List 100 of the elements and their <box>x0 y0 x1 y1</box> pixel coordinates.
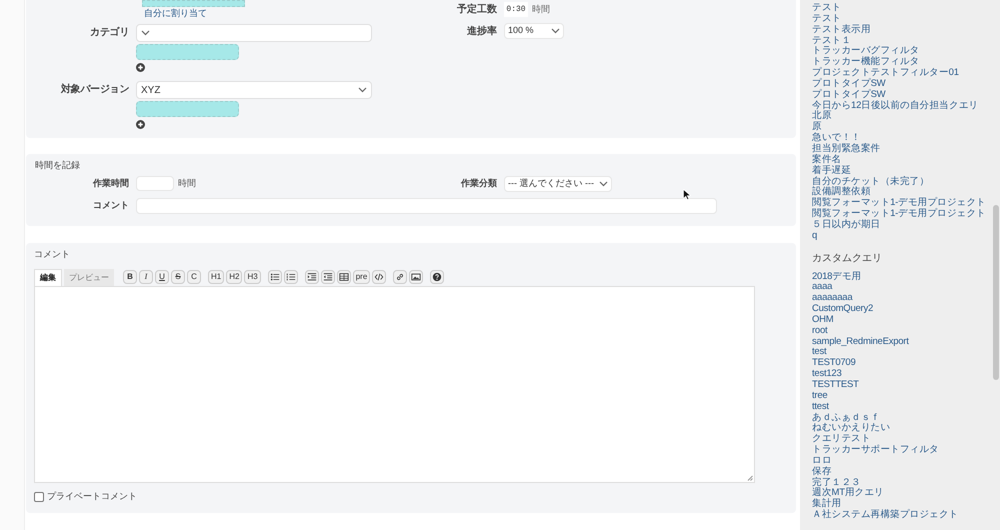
query-link[interactable]: トラッカーサポートフィルタ <box>812 445 993 456</box>
query-link[interactable]: 急いで！！ <box>812 133 993 144</box>
query-link[interactable]: トラッカー機能フィルタ <box>812 57 993 68</box>
format-button[interactable] <box>320 270 335 284</box>
query-link[interactable]: 担当別緊急案件 <box>812 144 993 155</box>
format-button[interactable]: H3 <box>244 270 261 284</box>
section-title: カスタムクエリ <box>812 252 883 266</box>
assign-to-me-link[interactable]: 自分に割り当て <box>144 7 386 19</box>
query-link[interactable]: ロロ <box>812 456 993 467</box>
query-link[interactable]: 設備調整依頼 <box>812 187 993 198</box>
select-field[interactable]: 100 % <box>504 23 564 39</box>
query-link[interactable]: 閲覧フォーマット1-デモ用プロジェクト <box>812 209 993 220</box>
query-link[interactable]: 案件名 <box>812 154 993 166</box>
select-field[interactable]: XYZ <box>136 81 372 99</box>
format-button[interactable] <box>268 270 282 284</box>
chevron-icon <box>551 28 560 34</box>
scrollbar-thumb[interactable] <box>993 205 999 380</box>
query-link[interactable]: テスト <box>812 14 993 25</box>
query-link[interactable]: 閲覧フォーマット1-デモ用プロジェクト <box>812 198 993 210</box>
query-link[interactable]: 着手遅延 <box>812 166 993 176</box>
query-link[interactable]: test <box>812 347 993 358</box>
select-field[interactable]: --- 選んでください --- <box>504 176 612 192</box>
input-field[interactable] <box>136 198 717 214</box>
resize-handle-icon[interactable] <box>747 475 753 481</box>
query-link[interactable]: sample_RedmineExport <box>812 336 993 348</box>
format-button[interactable] <box>336 270 351 284</box>
table-icon <box>338 272 349 282</box>
query-link[interactable]: クエリテスト <box>812 434 993 446</box>
checkbox-label: プライベートコメント <box>47 490 137 503</box>
query-link[interactable]: test123 <box>812 369 993 380</box>
code-icon <box>374 272 384 282</box>
query-link[interactable]: TESTTEST <box>812 380 993 391</box>
format-button[interactable] <box>409 270 424 284</box>
numbered-list-icon <box>286 272 296 282</box>
chevron-icon <box>599 181 608 187</box>
query-link[interactable]: ねむいかえりたい <box>812 423 993 434</box>
query-link[interactable]: 週次MT用クエリ <box>812 488 993 500</box>
format-button[interactable]: pre <box>352 270 370 284</box>
query-link[interactable]: Ａ社システム再構築プロジェクト <box>812 510 993 521</box>
query-link[interactable]: aaaa <box>812 282 993 294</box>
add-icon[interactable] <box>136 62 145 72</box>
format-button[interactable]: H1 <box>208 270 224 284</box>
query-link[interactable]: 集計用 <box>812 499 993 510</box>
query-link[interactable]: aaaaaaaa <box>812 293 993 304</box>
format-button[interactable] <box>372 270 386 284</box>
query-link[interactable]: プロトタイプSW <box>812 78 993 90</box>
query-link[interactable]: OHM <box>812 314 993 326</box>
query-link[interactable]: 保存 <box>812 466 993 478</box>
query-link[interactable]: 北原 <box>812 111 993 122</box>
editor-tab[interactable]: 編集 <box>34 269 62 286</box>
format-button[interactable]: S <box>171 270 185 284</box>
field-label: 対象バージョン <box>60 82 130 97</box>
query-link[interactable]: q <box>812 230 993 242</box>
format-button[interactable]: I <box>139 270 153 284</box>
unit-label: 時間 <box>178 176 196 190</box>
outdent-icon <box>322 272 333 282</box>
indent-icon <box>306 272 317 282</box>
query-link[interactable]: 2018デモ用 <box>812 272 993 282</box>
field-label: 予定工数 <box>456 2 498 17</box>
input-field[interactable]: 0:30 <box>504 2 528 17</box>
query-link[interactable]: ttest <box>812 402 993 413</box>
query-link[interactable]: 完了１２３ <box>812 478 993 488</box>
unit-label: 時間 <box>532 2 550 16</box>
format-button[interactable] <box>304 270 319 284</box>
add-icon[interactable] <box>136 120 145 128</box>
format-button[interactable]: C <box>187 270 201 284</box>
checkbox[interactable] <box>34 492 44 502</box>
link-icon <box>395 272 406 282</box>
query-link[interactable]: テスト１ <box>812 36 993 46</box>
format-button[interactable]: H2 <box>226 270 242 284</box>
field-label: コメント <box>92 199 130 212</box>
format-button[interactable]: U <box>155 270 169 284</box>
query-link[interactable]: root <box>812 326 993 337</box>
query-link[interactable]: プロトタイプSW <box>812 90 993 101</box>
editor-tab[interactable]: プレビュー <box>64 269 114 286</box>
mouse-pointer-icon <box>683 189 691 200</box>
format-button[interactable] <box>393 270 408 284</box>
query-link[interactable]: テスト <box>812 3 993 14</box>
query-link[interactable]: あｄふぁｄｓｆ <box>812 412 993 424</box>
query-link[interactable]: トラッカーバグフィルタ <box>812 46 993 58</box>
query-link[interactable]: CustomQuery2 <box>812 304 993 315</box>
select-field[interactable] <box>136 24 372 42</box>
query-link[interactable]: 原 <box>812 122 993 134</box>
query-link[interactable]: TEST0709 <box>812 358 993 370</box>
field-label: 作業分類 <box>460 177 498 190</box>
field-label: カテゴリ <box>89 26 130 40</box>
format-button[interactable] <box>430 270 444 284</box>
query-link[interactable]: 自分のチケット（未完了） <box>812 176 993 188</box>
query-link[interactable]: プロジェクトテストフィルター01 <box>812 68 993 79</box>
format-button[interactable] <box>284 270 298 284</box>
format-button[interactable]: B <box>123 270 137 284</box>
chevron-icon <box>358 87 367 93</box>
section-title: コメント <box>34 248 71 260</box>
field-label: 作業時間 <box>92 176 130 190</box>
input-field[interactable] <box>136 176 174 191</box>
query-link[interactable]: テスト表示用 <box>812 24 993 36</box>
query-link[interactable]: tree <box>812 390 993 402</box>
query-link[interactable]: ５日以内が期日 <box>812 220 993 231</box>
help-icon <box>432 272 442 282</box>
query-link[interactable]: 今日から12日後以前の自分担当クエリ <box>812 100 993 112</box>
